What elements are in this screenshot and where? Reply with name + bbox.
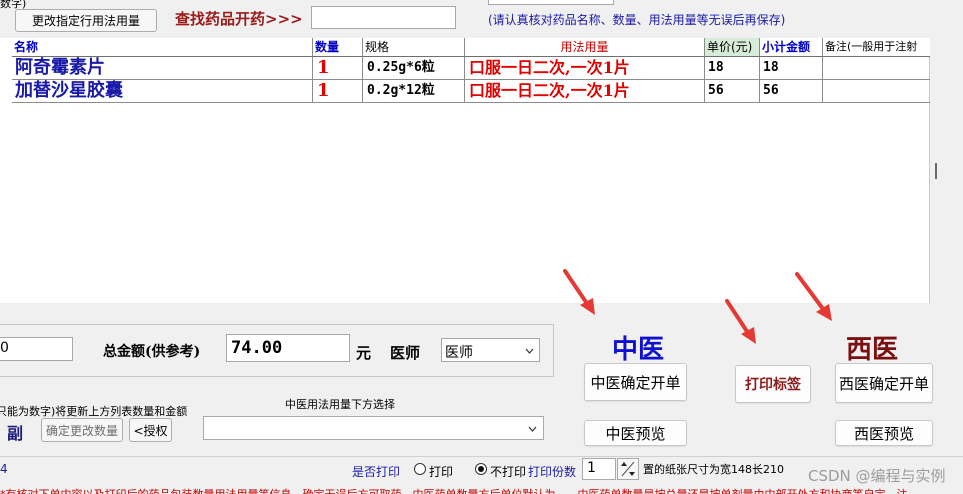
- prescription-table[interactable]: 名称 数量 规格 用法用量 单价(元) 小计金额 备注(一般用于注射 阿奇霉素片…: [0, 38, 930, 303]
- row1-name[interactable]: 阿奇霉素片: [12, 57, 313, 80]
- western-title: 西医: [846, 335, 899, 365]
- print-label-button[interactable]: 打印标签: [735, 365, 811, 403]
- currency-unit: 元: [356, 344, 372, 362]
- row1-spec[interactable]: 0.25g*6粒: [363, 57, 465, 80]
- authorize-button[interactable]: <授权: [129, 418, 172, 442]
- annotation-arrow-icon: [725, 299, 756, 344]
- doctor-label: 医师: [390, 344, 421, 362]
- footer-notice: *有核对下单内容以及打印后的药品包装数量用法用量等信息，确定无误后方可取药。中医…: [0, 486, 963, 494]
- header-note: 备注(一般用于注射: [823, 38, 930, 57]
- scrollbar-thumb[interactable]: [935, 163, 937, 179]
- row1-usage[interactable]: 口服一日二次,一次1片: [465, 57, 705, 80]
- tcm-usage-select[interactable]: [203, 416, 544, 440]
- total-amount-input[interactable]: 74.00: [226, 334, 350, 362]
- row1-note[interactable]: [823, 57, 930, 80]
- csdn-watermark: CSDN @编程与实例: [808, 467, 946, 485]
- print-question: 是否打印: [352, 465, 401, 479]
- doctor-select-value: 医师: [445, 345, 473, 361]
- total-label: 总金额(供参考): [103, 344, 201, 360]
- left-amount-value: 0: [0, 340, 9, 356]
- row2-spec[interactable]: 0.2g*12粒: [363, 80, 465, 103]
- status-left-number: 4: [0, 462, 8, 476]
- fu-label: 副: [7, 424, 24, 443]
- western-preview-button[interactable]: 西医预览: [835, 420, 933, 446]
- western-confirm-button[interactable]: 西医确定开单: [835, 363, 933, 403]
- row1-qty[interactable]: 1: [313, 57, 363, 80]
- tcm-usage-label: 中医用法用量下方选择: [285, 398, 395, 411]
- header-usage: 用法用量: [465, 38, 705, 57]
- drug-search-input[interactable]: [311, 6, 456, 29]
- header-qty: 数量: [313, 38, 363, 57]
- header-name: 名称: [12, 38, 313, 57]
- edit-usage-button[interactable]: 更改指定行用法用量: [15, 9, 157, 32]
- header-price: 单价(元): [705, 38, 760, 57]
- copies-input[interactable]: 1: [582, 458, 616, 480]
- spin-up-down-icon: [621, 461, 635, 477]
- table-vertical-scrollbar[interactable]: [930, 38, 944, 303]
- row1-price[interactable]: 18: [705, 57, 760, 80]
- row2-qty[interactable]: 1: [313, 80, 363, 103]
- tcm-title: 中医: [612, 335, 665, 365]
- find-drug-label: 查找药品开药>>>: [175, 10, 303, 28]
- row2-name[interactable]: 加替沙星胶囊: [12, 80, 313, 103]
- noprint-option-label[interactable]: 不打印: [490, 463, 526, 480]
- copies-value: 1: [587, 460, 596, 476]
- row1-subtotal[interactable]: 18: [760, 57, 823, 80]
- print-radio[interactable]: [414, 463, 426, 475]
- copies-label: 打印份数: [528, 465, 577, 479]
- print-option-label[interactable]: 打印: [429, 463, 453, 480]
- qty-hint: 只能为数字)将更新上方列表数量和金额: [0, 405, 188, 418]
- header-subtotal: 小计金额: [760, 38, 823, 57]
- dropdown-arrow-icon: [528, 426, 537, 432]
- annotation-arrow-icon: [795, 272, 832, 321]
- top-right-field[interactable]: [488, 0, 614, 5]
- confirm-qty-button[interactable]: 确定更改数量: [41, 418, 123, 442]
- row2-usage[interactable]: 口服一日二次,一次1片: [465, 80, 705, 103]
- paper-size-note: 置的纸张尺寸为宽148长210: [643, 463, 784, 476]
- total-amount-value: 74.00: [231, 338, 283, 358]
- row2-price[interactable]: 56: [705, 80, 760, 103]
- doctor-select[interactable]: 医师: [441, 338, 540, 362]
- left-amount-input[interactable]: 0: [0, 337, 73, 361]
- tcm-confirm-button[interactable]: 中医确定开单: [584, 363, 687, 401]
- annotation-arrow-icon: [563, 269, 595, 315]
- verify-notice: (请认真核对药品名称、数量、用法用量等无误后再保存): [488, 13, 786, 27]
- dropdown-arrow-icon: [525, 348, 534, 354]
- copies-spinner[interactable]: [617, 458, 639, 480]
- tcm-preview-button[interactable]: 中医预览: [584, 420, 687, 446]
- header-spec: 规格: [363, 38, 465, 57]
- noprint-radio[interactable]: [475, 463, 487, 475]
- row2-subtotal[interactable]: 56: [760, 80, 823, 103]
- row2-note[interactable]: [823, 80, 930, 103]
